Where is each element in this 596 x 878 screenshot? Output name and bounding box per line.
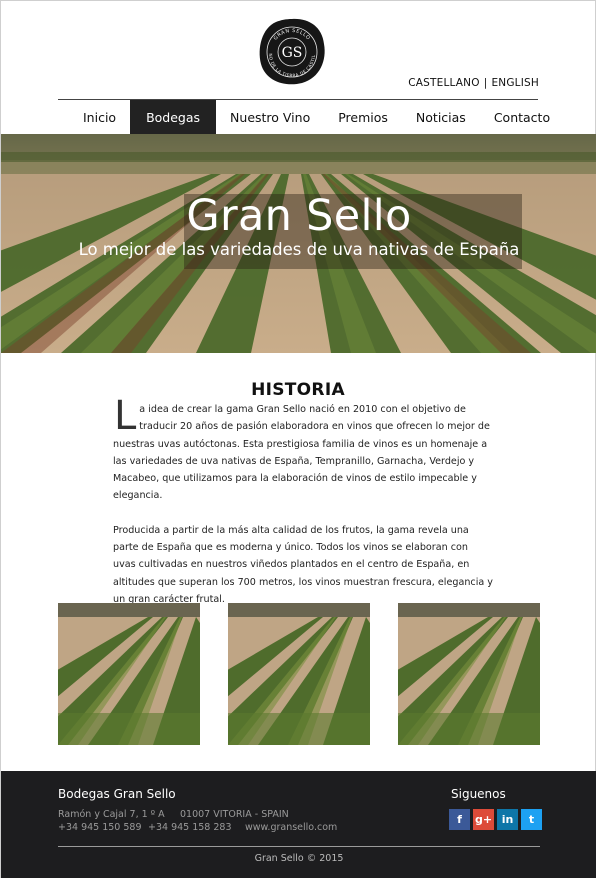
nav-item-inicio[interactable]: Inicio <box>69 100 130 134</box>
facebook-icon[interactable]: f <box>449 809 470 830</box>
site-footer: Bodegas Gran Sello Ramón y Cajal 7, 1 º … <box>1 771 596 878</box>
nav-item-noticias[interactable]: Noticias <box>402 100 480 134</box>
history-paragraph-2: Producida a partir de la más alta calida… <box>113 524 493 605</box>
footer-address: Ramón y Cajal 7, 1 º A <box>58 809 165 820</box>
footer-city: 01007 VITORIA - SPAIN <box>180 809 289 820</box>
google-plus-icon[interactable]: g+ <box>473 809 494 830</box>
main-nav: Inicio Bodegas Nuestro Vino Premios Noti… <box>69 100 564 134</box>
twitter-icon[interactable]: t <box>521 809 542 830</box>
hero-subtitle: Lo mejor de las variedades de uva nativa… <box>78 240 520 259</box>
history-paragraph-1: La idea de crear la gama Gran Sello naci… <box>113 393 493 505</box>
hero-banner: Gran Sello Lo mejor de las variedades de… <box>1 134 596 353</box>
nav-item-nuestro-vino[interactable]: Nuestro Vino <box>216 100 324 134</box>
gallery-image-3[interactable] <box>398 603 540 745</box>
history-paragraph-1-text: a idea de crear la gama Gran Sello nació… <box>113 404 490 502</box>
logo-monogram: GS <box>282 45 303 61</box>
history-text: La idea de crear la gama Gran Sello naci… <box>113 393 493 625</box>
nav-item-premios[interactable]: Premios <box>324 100 402 134</box>
nav-item-contacto[interactable]: Contacto <box>480 100 564 134</box>
footer-phone-1: +34 945 150 589 <box>58 822 142 833</box>
footer-follow-label: Siguenos <box>451 787 506 801</box>
footer-phone-2: +34 945 158 283 <box>148 822 232 833</box>
hero-title: Gran Sello <box>186 191 412 241</box>
lang-english-link[interactable]: ENGLISH <box>491 77 539 89</box>
footer-divider <box>58 846 540 847</box>
footer-company-name: Bodegas Gran Sello <box>58 787 176 801</box>
lang-castellano-link[interactable]: CASTELLANO <box>408 77 479 89</box>
language-switcher: CASTELLANO | ENGLISH <box>408 77 539 89</box>
history-title: HISTORIA <box>251 380 345 400</box>
gallery-image-2[interactable] <box>228 603 370 745</box>
footer-website-link[interactable]: www.gransello.com <box>245 822 337 833</box>
nav-item-bodegas[interactable]: Bodegas <box>130 100 217 134</box>
lang-separator: | <box>483 77 488 89</box>
gallery-image-1[interactable] <box>58 603 200 745</box>
history-dropcap: L <box>114 393 137 439</box>
linkedin-icon[interactable]: in <box>497 809 518 830</box>
footer-copyright: Gran Sello © 2015 <box>254 853 344 864</box>
brand-logo[interactable]: GRAN SELLO VINO DE LA TIERRA DE CASTILLA… <box>254 12 328 88</box>
